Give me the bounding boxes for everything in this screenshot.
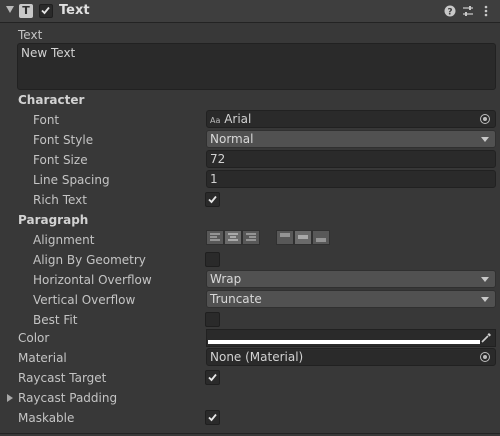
rich-text-label: Rich Text	[33, 193, 87, 207]
font-size-label: Font Size	[33, 153, 88, 167]
text-label: Text	[18, 28, 43, 42]
align-center-icon	[228, 233, 238, 241]
divider	[0, 433, 500, 434]
best-fit-checkbox[interactable]	[205, 312, 220, 327]
font-size-field[interactable]: 72	[206, 150, 496, 168]
font-asset-icon: Aa	[210, 116, 221, 125]
presets-icon[interactable]	[460, 3, 476, 19]
foldout-arrow-icon[interactable]	[7, 394, 13, 402]
font-style-dropdown[interactable]: Normal	[206, 130, 496, 148]
align-by-geometry-checkbox[interactable]	[205, 252, 220, 267]
align-right-button[interactable]	[242, 230, 260, 245]
material-label: Material	[18, 351, 67, 365]
svg-text:?: ?	[447, 8, 452, 18]
color-swatch	[208, 340, 480, 344]
character-section-header: Character	[18, 93, 85, 107]
align-middle-icon	[298, 235, 308, 239]
material-value: None (Material)	[210, 350, 304, 364]
align-bottom-button[interactable]	[312, 230, 330, 245]
horizontal-overflow-label: Horizontal Overflow	[33, 273, 152, 287]
help-icon[interactable]: ?	[442, 3, 458, 19]
line-spacing-label: Line Spacing	[33, 173, 110, 187]
raycast-padding-foldout[interactable]: Raycast Padding	[18, 391, 117, 405]
object-picker-icon[interactable]	[480, 352, 490, 362]
foldout-arrow-icon[interactable]	[6, 6, 14, 13]
checkmark-icon	[208, 195, 217, 204]
color-field[interactable]	[206, 329, 496, 347]
align-by-geometry-label: Align By Geometry	[33, 253, 146, 267]
checkmark-icon	[208, 413, 217, 422]
horizontal-overflow-value: Wrap	[210, 272, 242, 286]
component-enabled-checkbox[interactable]	[39, 4, 53, 18]
horizontal-overflow-dropdown[interactable]: Wrap	[206, 270, 496, 288]
alignment-label: Alignment	[33, 233, 95, 247]
chevron-down-icon	[481, 277, 489, 282]
font-value: Arial	[224, 112, 252, 126]
align-right-icon	[246, 233, 256, 241]
checkmark-icon	[208, 373, 217, 382]
font-field[interactable]: Aa Arial	[206, 110, 496, 128]
align-top-button[interactable]	[276, 230, 294, 245]
rich-text-checkbox[interactable]	[205, 192, 220, 207]
object-picker-icon[interactable]	[480, 114, 490, 124]
align-left-icon	[210, 233, 220, 241]
raycast-target-label: Raycast Target	[18, 371, 107, 385]
paragraph-section-header: Paragraph	[18, 213, 89, 227]
vertical-overflow-value: Truncate	[210, 292, 262, 306]
best-fit-label: Best Fit	[33, 313, 78, 327]
eyedropper-icon[interactable]	[479, 331, 493, 345]
maskable-label: Maskable	[18, 411, 75, 425]
vertical-overflow-dropdown[interactable]: Truncate	[206, 290, 496, 308]
material-field[interactable]: None (Material)	[206, 348, 496, 366]
font-label: Font	[33, 113, 60, 127]
maskable-checkbox[interactable]	[205, 410, 220, 425]
component-header: T Text ?	[0, 0, 500, 23]
align-top-icon	[280, 233, 290, 237]
font-style-value: Normal	[210, 132, 254, 146]
font-style-label: Font Style	[33, 133, 94, 147]
text-component-icon: T	[19, 4, 33, 18]
raycast-target-checkbox[interactable]	[205, 370, 220, 385]
checkmark-icon	[41, 6, 50, 15]
align-left-button[interactable]	[206, 230, 224, 245]
chevron-down-icon	[481, 297, 489, 302]
color-label: Color	[18, 331, 50, 345]
vertical-overflow-label: Vertical Overflow	[33, 293, 136, 307]
align-bottom-icon	[316, 238, 326, 242]
align-middle-button[interactable]	[294, 230, 312, 245]
chevron-down-icon	[481, 137, 489, 142]
line-spacing-field[interactable]: 1	[206, 170, 496, 188]
align-center-button[interactable]	[224, 230, 242, 245]
component-title: Text	[59, 3, 90, 18]
context-menu-icon[interactable]	[478, 3, 494, 19]
text-input[interactable]: New Text	[17, 43, 496, 90]
